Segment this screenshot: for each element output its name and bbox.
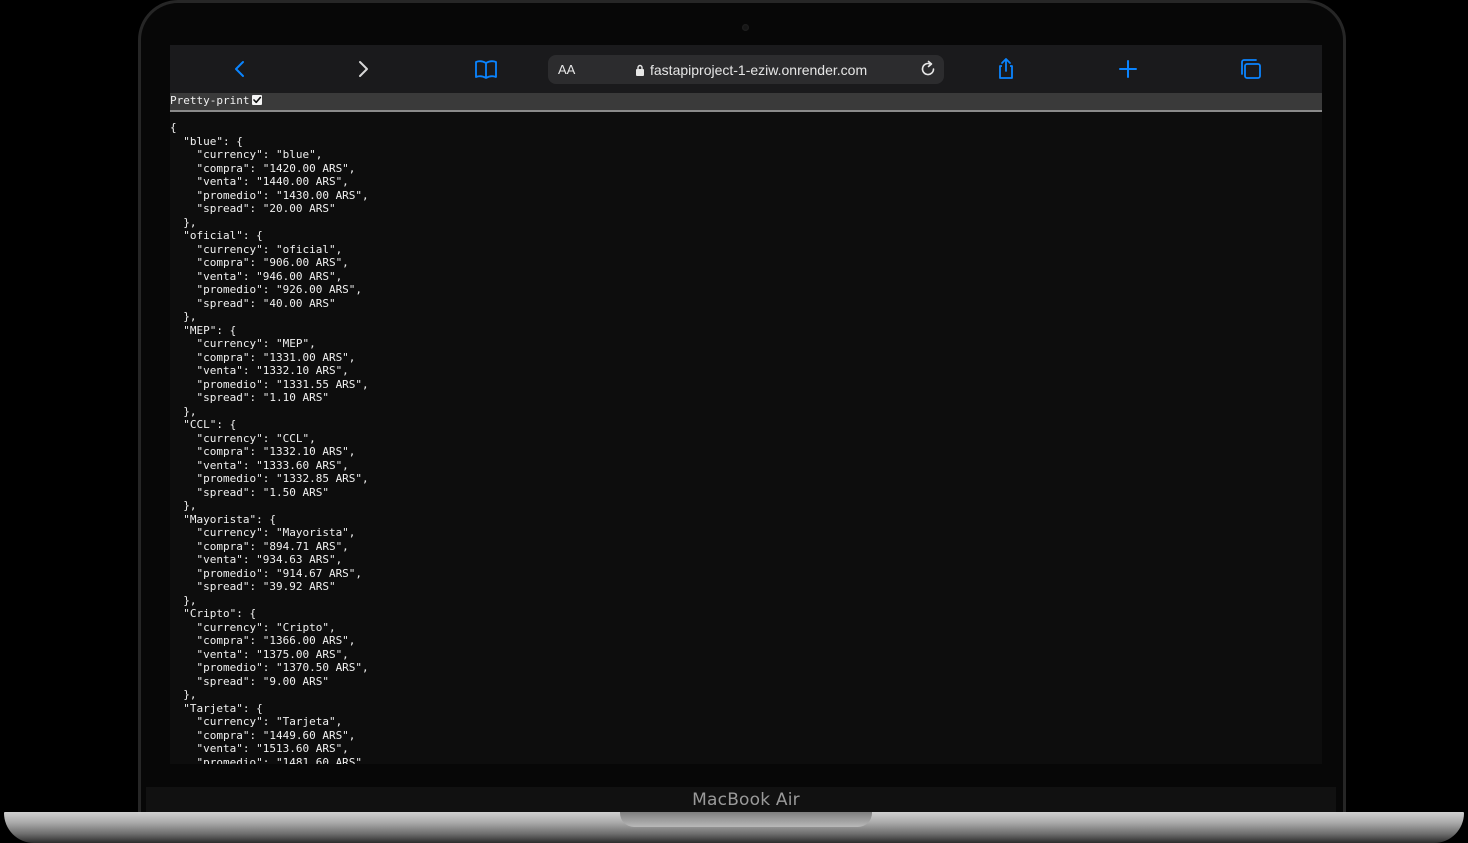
new-tab-button[interactable] — [1115, 57, 1141, 81]
share-icon — [999, 58, 1013, 79]
pretty-print-label: Pretty-print — [170, 94, 250, 107]
pretty-print-checkbox[interactable] — [252, 95, 262, 105]
pretty-print-bar: Pretty-print — [170, 93, 1322, 112]
bookmarks-book-icon — [475, 60, 497, 79]
tabs-overview-button[interactable] — [1238, 57, 1264, 81]
tabs-icon — [1241, 59, 1261, 79]
laptop-mockup: AA fastapiproject-1-eziw.onrender.com Pr… — [0, 0, 1468, 843]
back-button[interactable] — [227, 57, 253, 81]
forward-button[interactable] — [350, 57, 376, 81]
lock-icon — [636, 64, 644, 76]
browser-toolbar: AA fastapiproject-1-eziw.onrender.com — [170, 45, 1322, 93]
browser-window: AA fastapiproject-1-eziw.onrender.com Pr… — [170, 45, 1322, 764]
checkmark-icon — [253, 96, 262, 104]
address-bar[interactable]: AA fastapiproject-1-eziw.onrender.com — [548, 55, 944, 84]
chevron-left-icon — [235, 61, 244, 77]
device-label: MacBook Air — [692, 790, 800, 810]
json-content: { "blue": { "currency": "blue", "compra"… — [170, 121, 369, 764]
share-button[interactable] — [993, 57, 1019, 81]
reload-icon[interactable] — [919, 60, 937, 78]
laptop-hinge-notch — [620, 812, 872, 827]
camera-dot — [742, 24, 749, 31]
url-text[interactable]: fastapiproject-1-eziw.onrender.com — [650, 62, 867, 78]
reader-aa-button[interactable]: AA — [558, 62, 575, 77]
bookmarks-button[interactable] — [473, 57, 499, 81]
plus-icon — [1119, 60, 1137, 78]
chevron-right-icon — [359, 61, 368, 77]
